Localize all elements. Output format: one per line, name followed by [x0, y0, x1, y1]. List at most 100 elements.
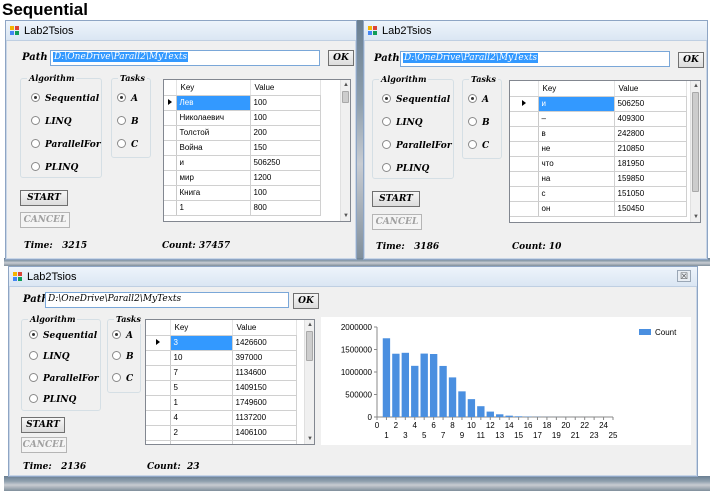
- cell-value[interactable]: 100: [250, 185, 321, 201]
- cell-key[interactable]: 10: [170, 350, 233, 366]
- table-row[interactable]: 4 1137200: [146, 410, 297, 426]
- radio-task-a[interactable]: A: [117, 93, 138, 104]
- radio-sequential[interactable]: Sequential: [31, 93, 99, 104]
- cell-key[interactable]: 7: [170, 365, 233, 381]
- radio-task-a[interactable]: A: [468, 94, 489, 105]
- radio-parallelfor[interactable]: ParallelFor: [31, 139, 101, 150]
- cell-key[interactable]: Лев: [176, 95, 251, 111]
- table-row[interactable]: 5 1409150: [146, 380, 297, 396]
- table-row[interactable]: Книга 100: [164, 185, 321, 201]
- table-row[interactable]: 1 1749600: [146, 395, 297, 411]
- radio-plinq[interactable]: PLINQ: [29, 394, 76, 405]
- cell-value[interactable]: 151050: [614, 186, 687, 202]
- cell-key[interactable]: Толстой: [176, 125, 251, 141]
- table-row[interactable]: Толстой 200: [164, 125, 321, 141]
- path-input[interactable]: D:\OneDrive\Parall2\MyTexts: [45, 292, 289, 308]
- cell-key[interactable]: 1: [176, 200, 251, 216]
- cell-key[interactable]: с: [538, 186, 615, 202]
- cell-value[interactable]: 800: [250, 200, 321, 216]
- ok-button[interactable]: OK: [293, 293, 319, 309]
- results-grid[interactable]: Key Value 3 1426600 10 397000 7 1134600 5 140…: [145, 319, 315, 445]
- cell-value[interactable]: 100: [250, 110, 321, 126]
- cell-value[interactable]: 1200: [250, 170, 321, 186]
- start-button[interactable]: START: [21, 417, 65, 433]
- cancel-button[interactable]: CANCEL: [372, 214, 422, 230]
- cell-key[interactable]: в: [538, 126, 615, 142]
- table-row[interactable]: Лев 100: [164, 95, 321, 111]
- radio-task-b[interactable]: B: [468, 117, 490, 128]
- ok-button[interactable]: OK: [328, 50, 354, 66]
- cancel-button[interactable]: CANCEL: [21, 437, 67, 453]
- table-row[interactable]: и 506250: [164, 155, 321, 171]
- cell-value[interactable]: 150450: [614, 201, 687, 217]
- table-row[interactable]: не 210850: [510, 141, 687, 157]
- scroll-down-icon[interactable]: ▼: [305, 434, 314, 444]
- radio-task-c[interactable]: C: [468, 140, 489, 151]
- cell-key[interactable]: 5: [170, 380, 233, 396]
- cell-key[interactable]: 1: [170, 395, 233, 411]
- radio-parallelfor[interactable]: ParallelFor: [382, 140, 452, 151]
- cell-key[interactable]: Николаевич: [176, 110, 251, 126]
- cell-key[interactable]: что: [538, 156, 615, 172]
- table-row[interactable]: 3 1426600: [146, 335, 297, 351]
- cell-value[interactable]: 159850: [614, 171, 687, 187]
- results-grid[interactable]: Key Value Лев 100 Николаевич 100 Толстой 200…: [163, 79, 351, 222]
- cell-value[interactable]: 210850: [614, 141, 687, 157]
- table-row[interactable]: мир 1200: [164, 170, 321, 186]
- radio-task-c[interactable]: C: [112, 373, 133, 384]
- column-header-value[interactable]: Value: [232, 320, 297, 336]
- cell-value[interactable]: 506250: [614, 96, 687, 112]
- radio-plinq[interactable]: PLINQ: [31, 162, 78, 173]
- cell-value[interactable]: 1137200: [232, 410, 297, 426]
- radio-task-b[interactable]: B: [117, 116, 139, 127]
- close-icon[interactable]: ☒: [677, 270, 691, 282]
- radio-task-b[interactable]: B: [112, 351, 134, 362]
- cell-value[interactable]: 1426600: [232, 335, 297, 351]
- radio-sequential[interactable]: Sequential: [382, 94, 450, 105]
- title-bar[interactable]: Lab2Tsios ☒: [9, 267, 697, 287]
- radio-linq[interactable]: LINQ: [382, 117, 423, 128]
- scroll-thumb[interactable]: [692, 92, 699, 192]
- start-button[interactable]: START: [372, 191, 420, 207]
- table-row[interactable]: 9569950: [146, 440, 297, 444]
- cell-value[interactable]: 569950: [232, 440, 297, 444]
- cell-value[interactable]: 200: [250, 125, 321, 141]
- table-row[interactable]: в 242800: [510, 126, 687, 142]
- cell-key[interactable]: –: [538, 111, 615, 127]
- title-bar[interactable]: Lab2Tsios: [364, 21, 707, 41]
- ok-button[interactable]: OK: [678, 52, 704, 68]
- radio-plinq[interactable]: PLINQ: [382, 163, 429, 174]
- cell-key[interactable]: 9: [170, 440, 233, 444]
- table-row[interactable]: он 150450: [510, 201, 687, 217]
- vertical-scrollbar[interactable]: ▲ ▼: [304, 320, 314, 444]
- cell-key[interactable]: не: [538, 141, 615, 157]
- cell-key[interactable]: Война: [176, 140, 251, 156]
- column-header-value[interactable]: Value: [250, 80, 321, 96]
- cell-key[interactable]: и: [176, 155, 251, 171]
- cell-value[interactable]: 1409150: [232, 380, 297, 396]
- radio-parallelfor[interactable]: ParallelFor: [29, 373, 99, 384]
- cell-value[interactable]: 1134600: [232, 365, 297, 381]
- radio-linq[interactable]: LINQ: [29, 351, 70, 362]
- path-input[interactable]: D:\OneDrive\Parall2\MyTexts: [400, 51, 670, 67]
- scroll-thumb[interactable]: [342, 91, 349, 103]
- column-header-value[interactable]: Value: [614, 81, 687, 97]
- table-row[interactable]: на 159850: [510, 171, 687, 187]
- scroll-up-icon[interactable]: ▲: [305, 320, 314, 330]
- cell-key[interactable]: он: [538, 201, 615, 217]
- table-row[interactable]: и 506250: [510, 96, 687, 112]
- radio-task-a[interactable]: A: [112, 330, 133, 341]
- cell-key[interactable]: 4: [170, 410, 233, 426]
- cell-value[interactable]: 409300: [614, 111, 687, 127]
- cell-key[interactable]: на: [538, 171, 615, 187]
- cell-value[interactable]: 100: [250, 95, 321, 111]
- radio-task-c[interactable]: C: [117, 139, 138, 150]
- scroll-thumb[interactable]: [306, 331, 313, 361]
- radio-sequential[interactable]: Sequential: [29, 330, 97, 341]
- radio-linq[interactable]: LINQ: [31, 116, 72, 127]
- vertical-scrollbar[interactable]: ▲ ▼: [340, 80, 350, 221]
- cell-value[interactable]: 506250: [250, 155, 321, 171]
- cell-value[interactable]: 1749600: [232, 395, 297, 411]
- cell-key[interactable]: 3: [170, 335, 233, 351]
- scroll-down-icon[interactable]: ▼: [691, 212, 700, 222]
